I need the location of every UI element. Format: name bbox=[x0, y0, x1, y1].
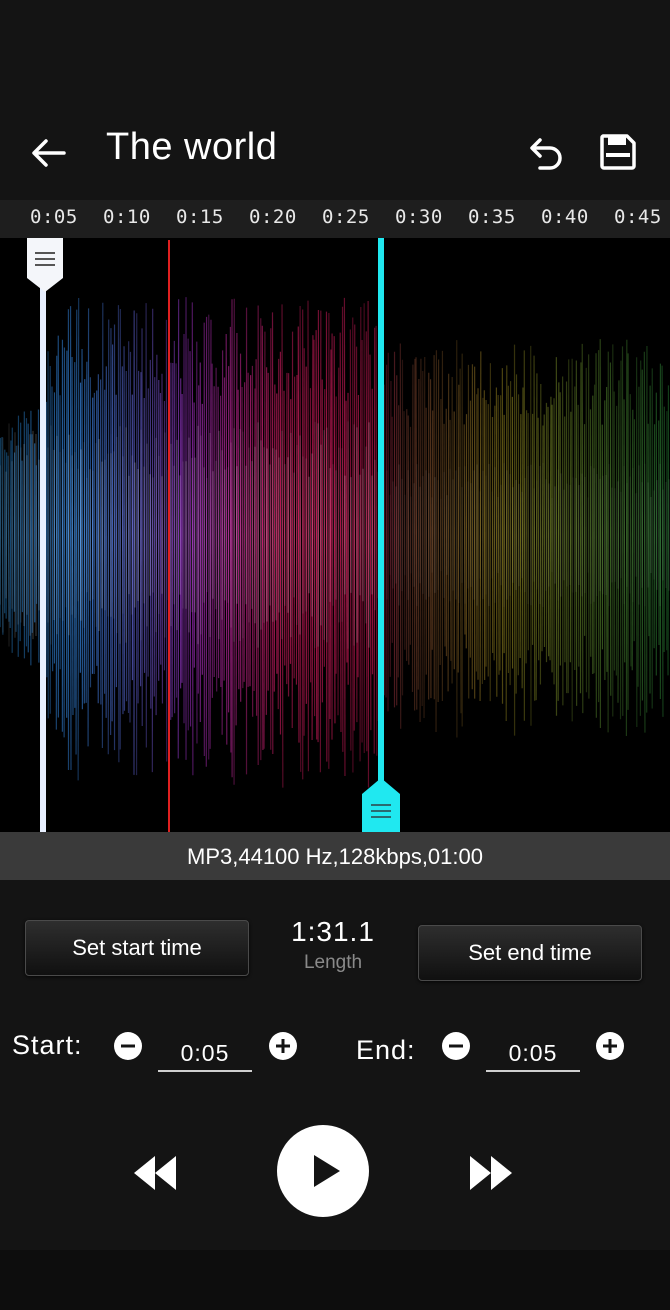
start-marker-graphic bbox=[27, 238, 63, 832]
timeline-tick: 0:25 bbox=[322, 206, 370, 228]
minus-icon bbox=[449, 1044, 463, 1048]
start-marker-handle[interactable] bbox=[25, 238, 65, 832]
end-label: End: bbox=[356, 1035, 416, 1065]
undo-icon bbox=[530, 138, 562, 170]
set-start-time-button[interactable]: Set start time bbox=[25, 920, 249, 976]
length-value: 1:31.1 bbox=[291, 916, 375, 947]
timeline-ruler: 0:05 0:10 0:15 0:20 0:25 0:30 0:35 0:40 … bbox=[0, 200, 670, 238]
audio-info-bar: MP3,44100 Hz,128kbps,01:00 bbox=[0, 832, 670, 880]
timeline-tick: 0:10 bbox=[103, 206, 151, 228]
timeline-tick: 0:15 bbox=[176, 206, 224, 228]
end-decrement-button[interactable] bbox=[442, 1032, 470, 1060]
timeline-tick: 0:20 bbox=[249, 206, 297, 228]
rewind-button[interactable] bbox=[130, 1152, 180, 1194]
timeline-tick: 0:30 bbox=[395, 206, 443, 228]
back-button[interactable] bbox=[28, 132, 70, 174]
timeline-tick: 0:05 bbox=[30, 206, 78, 228]
minus-icon bbox=[121, 1044, 135, 1048]
timeline-tick: 0:40 bbox=[541, 206, 589, 228]
audio-cutter-screen: The world 0:05 0:10 0:15 0:20 0:25 0:30 … bbox=[0, 0, 670, 1310]
waveform-graphic bbox=[0, 238, 670, 832]
end-marker-graphic bbox=[362, 238, 400, 832]
plus-icon bbox=[276, 1039, 290, 1053]
start-increment-button[interactable] bbox=[269, 1032, 297, 1060]
save-icon bbox=[600, 134, 636, 170]
start-time-field[interactable]: 0:05 bbox=[158, 1030, 252, 1072]
timeline-tick: 0:45 bbox=[614, 206, 662, 228]
page-title: The world bbox=[106, 126, 278, 168]
app-header: The world bbox=[0, 100, 670, 200]
start-label: Start: bbox=[12, 1030, 83, 1060]
system-nav-bar bbox=[0, 1250, 670, 1310]
save-button[interactable] bbox=[598, 132, 638, 172]
status-bar bbox=[0, 0, 670, 60]
length-label: Length bbox=[303, 952, 363, 973]
arrow-left-icon bbox=[32, 139, 66, 167]
fast-forward-icon bbox=[470, 1156, 512, 1190]
undo-button[interactable] bbox=[524, 132, 566, 174]
play-button[interactable] bbox=[277, 1125, 369, 1217]
plus-icon bbox=[603, 1039, 617, 1053]
set-end-time-button[interactable]: Set end time bbox=[418, 925, 642, 981]
end-time-field[interactable]: 0:05 bbox=[486, 1030, 580, 1072]
fast-forward-button[interactable] bbox=[466, 1152, 516, 1194]
playhead-line bbox=[168, 240, 170, 832]
timeline-tick: 0:35 bbox=[468, 206, 516, 228]
end-increment-button[interactable] bbox=[596, 1032, 624, 1060]
rewind-icon bbox=[134, 1156, 176, 1190]
end-marker-handle[interactable] bbox=[360, 238, 402, 832]
play-icon bbox=[314, 1155, 340, 1187]
start-decrement-button[interactable] bbox=[114, 1032, 142, 1060]
waveform-area[interactable] bbox=[0, 238, 670, 832]
